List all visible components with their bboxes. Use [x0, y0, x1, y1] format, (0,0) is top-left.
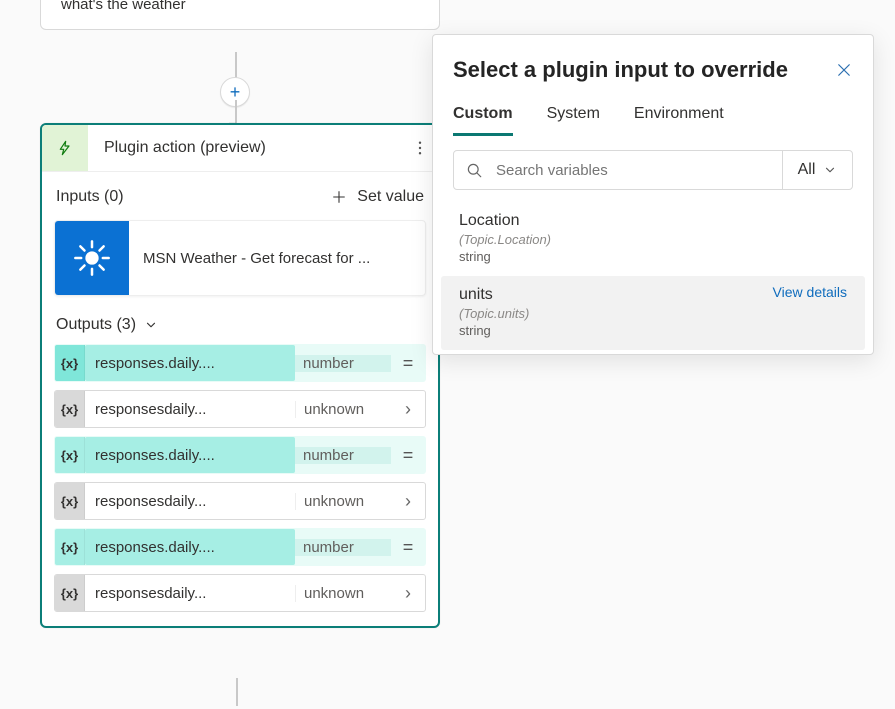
msn-weather-icon [55, 221, 129, 295]
variable-type: string [459, 323, 847, 338]
inputs-row: Inputs (0) Set value [42, 172, 438, 220]
output-type: number [295, 447, 391, 464]
outputs-list: {x}responses.daily....number={x}response… [42, 344, 438, 626]
variable-chip-icon: {x} [55, 437, 85, 473]
panel-title: Select a plugin input to override [453, 57, 788, 83]
connector-card[interactable]: MSN Weather - Get forecast for ... [54, 220, 426, 296]
scope-dropdown[interactable]: All [782, 151, 852, 189]
output-variable-name: responses.daily.... [85, 345, 295, 381]
output-row[interactable]: {x}responsesdaily...unknown› [54, 574, 426, 612]
set-value-label: Set value [357, 188, 424, 206]
chevron-right-icon: › [391, 491, 425, 512]
output-variable-name: responses.daily.... [85, 437, 295, 473]
tab-custom[interactable]: Custom [453, 105, 513, 136]
output-type: number [295, 539, 391, 556]
search-field[interactable]: All [453, 150, 853, 190]
output-variable-name: responsesdaily... [85, 493, 295, 510]
output-row[interactable]: {x}responses.daily....number= [54, 528, 426, 566]
tab-environment[interactable]: Environment [634, 105, 724, 136]
variable-picker-panel: Select a plugin input to override Custom… [432, 34, 874, 355]
scope-label: All [798, 161, 816, 179]
equals-icon: = [391, 353, 425, 374]
chevron-down-icon [823, 163, 837, 177]
connector-label: MSN Weather - Get forecast for ... [129, 250, 425, 267]
output-type: unknown [295, 493, 391, 510]
output-variable-name: responsesdaily... [85, 585, 295, 602]
trigger-card[interactable]: get weather what's the weather [40, 0, 440, 30]
set-value-button[interactable]: Set value [331, 188, 424, 206]
variable-item[interactable]: Location (Topic.Location) string [453, 202, 853, 276]
variable-chip-icon: {x} [55, 345, 85, 381]
equals-icon: = [391, 537, 425, 558]
inputs-label: Inputs (0) [56, 188, 124, 206]
tab-system[interactable]: System [547, 105, 600, 136]
bolt-icon [57, 138, 73, 158]
output-type: number [295, 355, 391, 372]
search-input[interactable] [494, 161, 782, 180]
view-details-link[interactable]: View details [773, 284, 847, 300]
output-row[interactable]: {x}responses.daily....number= [54, 344, 426, 382]
variable-chip-icon: {x} [55, 575, 85, 611]
panel-header: Select a plugin input to override [453, 57, 853, 83]
variable-name: Location [459, 212, 847, 230]
equals-icon: = [391, 445, 425, 466]
kebab-icon [411, 139, 429, 157]
output-row[interactable]: {x}responsesdaily...unknown› [54, 390, 426, 428]
output-type: unknown [295, 401, 391, 418]
connector-line [236, 678, 238, 706]
variable-chip-icon: {x} [55, 391, 85, 427]
variable-item[interactable]: units(Topic.units)stringView details [441, 276, 865, 350]
outputs-toggle[interactable]: Outputs (3) [42, 312, 438, 344]
variable-type: string [459, 249, 847, 264]
output-row[interactable]: {x}responsesdaily...unknown› [54, 482, 426, 520]
plugin-action-card[interactable]: Plugin action (preview) Inputs (0) Set v… [40, 123, 440, 628]
variable-chip-icon: {x} [55, 529, 85, 565]
plugin-action-icon [42, 125, 88, 171]
chevron-down-icon [144, 318, 158, 332]
variable-chip-icon: {x} [55, 483, 85, 519]
variable-list: Location(Topic.Location)stringunits(Topi… [453, 202, 853, 350]
connector-line [235, 52, 237, 79]
plugin-card-header: Plugin action (preview) [42, 125, 438, 172]
variable-path: (Topic.Location) [459, 232, 847, 247]
plus-icon [331, 189, 347, 205]
chevron-right-icon: › [391, 583, 425, 604]
variable-path: (Topic.units) [459, 306, 847, 321]
panel-tabs: Custom System Environment [453, 105, 853, 136]
output-variable-name: responsesdaily... [85, 401, 295, 418]
close-icon[interactable] [835, 61, 853, 79]
output-variable-name: responses.daily.... [85, 529, 295, 565]
chevron-right-icon: › [391, 399, 425, 420]
plugin-card-title: Plugin action (preview) [88, 125, 402, 171]
trigger-line: what's the weather [61, 0, 419, 13]
output-row[interactable]: {x}responses.daily....number= [54, 436, 426, 474]
output-type: unknown [295, 585, 391, 602]
search-icon [454, 161, 494, 179]
plus-icon: + [230, 83, 241, 101]
outputs-label: Outputs (3) [56, 316, 136, 334]
